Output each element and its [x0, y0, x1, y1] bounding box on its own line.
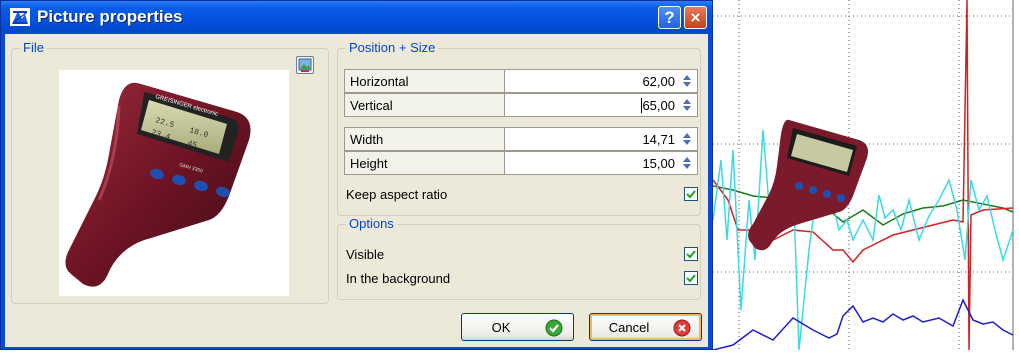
checkmark-icon [686, 274, 696, 283]
background-row[interactable]: In the background [346, 269, 698, 289]
app-icon [10, 8, 30, 26]
keep-aspect-ratio-label: Keep aspect ratio [346, 187, 448, 202]
spin-arrows-icon[interactable] [680, 73, 694, 89]
horizontal-value: 62,00 [642, 74, 675, 89]
window-title: Picture properties [37, 7, 183, 26]
position-size-group: Position + Size Horizontal 62,00 Vertica… [337, 40, 701, 216]
ok-label: OK [491, 320, 511, 335]
ok-button[interactable]: OK [461, 313, 574, 341]
vertical-value: 65,00 [641, 98, 675, 113]
spin-arrows-icon[interactable] [680, 131, 694, 147]
position-size-title: Position + Size [346, 40, 439, 55]
spin-arrows-icon[interactable] [680, 97, 694, 113]
height-value: 15,00 [642, 156, 675, 171]
cancel-label: Cancel [608, 320, 650, 335]
picture-icon [298, 58, 312, 72]
keep-aspect-ratio-row[interactable]: Keep aspect ratio [346, 185, 698, 205]
visible-row[interactable]: Visible [346, 245, 698, 265]
spin-arrows-icon[interactable] [680, 155, 694, 171]
title-bar[interactable]: Picture properties ? × [1, 1, 712, 33]
help-button[interactable]: ? [658, 6, 681, 29]
file-group-title: File [20, 40, 47, 55]
checkmark-icon [686, 190, 696, 199]
options-group: Options Visible In the background [337, 216, 701, 300]
handheld-device-image: GREISINGER electronic 22.5 18.0 23.4 45 … [65, 82, 251, 287]
visible-label: Visible [346, 247, 385, 262]
background-checkbox[interactable] [684, 271, 698, 285]
keep-aspect-ratio-checkbox[interactable] [684, 187, 698, 201]
dialog-body: File GREISINGER electronic 22.5 18.0 23.… [5, 34, 708, 347]
width-value: 14,71 [642, 132, 675, 147]
vertical-label: Vertical [344, 93, 504, 117]
picture-preview: GREISINGER electronic 22.5 18.0 23.4 45 … [59, 70, 289, 296]
choose-picture-button[interactable] [296, 56, 314, 74]
horizontal-row: Horizontal 62,00 [344, 69, 698, 93]
vertical-input[interactable]: 65,00 [504, 93, 698, 117]
width-row: Width 14,71 [344, 127, 698, 151]
picture-properties-dialog: Picture properties ? × File GREISINGER e… [0, 0, 713, 350]
checkmark-icon [686, 250, 696, 259]
series-blue-line [712, 298, 1014, 351]
horizontal-label: Horizontal [344, 69, 504, 93]
height-label: Height [344, 151, 504, 175]
chart-plot [712, 0, 1014, 351]
height-row: Height 15,00 [344, 151, 698, 175]
width-label: Width [344, 127, 504, 151]
horizontal-input[interactable]: 62,00 [504, 69, 698, 93]
checkmark-circle-icon [545, 319, 563, 337]
vertical-row: Vertical 65,00 [344, 93, 698, 117]
width-input[interactable]: 14,71 [504, 127, 698, 151]
cancel-x-icon [673, 319, 691, 337]
close-button[interactable]: × [684, 6, 707, 29]
visible-checkbox[interactable] [684, 247, 698, 261]
background-chart [712, 0, 1019, 351]
height-input[interactable]: 15,00 [504, 151, 698, 175]
background-label: In the background [346, 271, 451, 286]
series-red-line [712, 0, 1014, 351]
cancel-button[interactable]: Cancel [589, 313, 702, 341]
options-title: Options [346, 216, 397, 231]
